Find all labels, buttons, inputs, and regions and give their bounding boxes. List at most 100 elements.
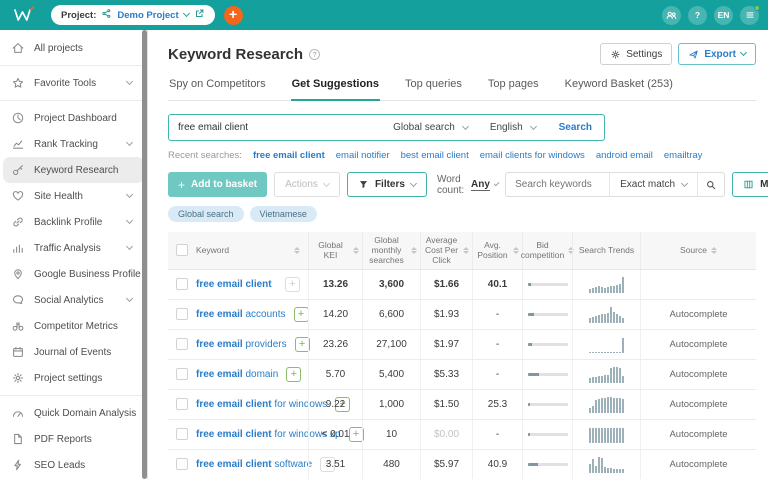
recent-search-link[interactable]: free email client [253, 150, 325, 161]
tab-keyword-basket-253[interactable]: Keyword Basket (253) [564, 78, 674, 100]
column-header-global-kei[interactable]: Global KEI [308, 232, 362, 269]
main-content: Keyword Research ? Settings Export Spy o… [148, 30, 768, 479]
sidebar-item-all-projects[interactable]: All projects [3, 35, 144, 61]
column-header-bid-competition[interactable]: Bid competition [521, 232, 575, 269]
sidebar-item-quick-domain-analysis[interactable]: Quick Domain Analysis [3, 400, 144, 426]
row-checkbox[interactable] [176, 428, 188, 441]
select-all-checkbox[interactable] [176, 244, 188, 257]
sidebar-item-project-dashboard[interactable]: Project Dashboard [3, 105, 144, 131]
export-button[interactable]: Export [678, 43, 756, 65]
recent-search-link[interactable]: email clients for windows [480, 150, 585, 161]
app-logo[interactable] [13, 6, 35, 24]
sidebar-item-favorite-tools[interactable]: Favorite Tools [3, 70, 144, 96]
language-select[interactable]: English [479, 115, 547, 140]
table-search-group: Exact match [505, 172, 726, 197]
column-header-average-cost-per-click[interactable]: Average Cost Per Click [420, 232, 472, 269]
gear-icon [611, 49, 620, 59]
tab-top-pages[interactable]: Top pages [487, 78, 540, 100]
columns-icon [744, 180, 753, 189]
sidebar-item-site-health[interactable]: Site Health [3, 183, 144, 209]
recent-search-link[interactable]: android email [596, 150, 653, 161]
open-project-icon[interactable] [194, 8, 205, 22]
recent-search-link[interactable]: emailtray [664, 150, 703, 161]
manage-columns-button[interactable]: Manage columns [732, 172, 768, 197]
sidebar-item-seo-leads[interactable]: SEO Leads [3, 452, 144, 478]
binoculars-icon [11, 319, 25, 333]
keyword-query-input[interactable] [169, 122, 383, 133]
kei-cell: 5.70 [308, 359, 362, 389]
add-keyword-to-basket-button[interactable]: + [285, 276, 300, 292]
keyword-link[interactable]: free email domain [196, 369, 278, 380]
column-header-global-monthly-searches[interactable]: Global monthly searches [362, 232, 420, 269]
column-header-keyword[interactable]: Keyword [168, 232, 308, 269]
keyword-link[interactable]: free email client [196, 279, 272, 290]
match-mode-select[interactable]: Exact match [609, 173, 697, 196]
sidebar-item-project-settings[interactable]: Project settings [3, 365, 144, 391]
language-selector[interactable]: EN [714, 5, 733, 25]
add-keyword-to-basket-button[interactable]: + [286, 366, 302, 382]
chevron-down-icon [529, 122, 537, 130]
project-selector[interactable]: Project: Demo Project [51, 5, 215, 25]
column-header-avg-position[interactable]: Avg. Position [472, 232, 522, 269]
actions-button[interactable]: Actions [274, 172, 340, 197]
filters-button[interactable]: Filters [346, 172, 427, 197]
table-search-button[interactable] [697, 173, 724, 196]
match-mode-value: Exact match [620, 179, 676, 190]
row-checkbox[interactable] [176, 398, 188, 411]
sidebar-item-rank-tracking[interactable]: Rank Tracking [3, 131, 144, 157]
filter-tag-global-search[interactable]: Global search [168, 206, 244, 222]
sidebar-item-pdf-reports[interactable]: PDF Reports [3, 426, 144, 452]
chevron-down-icon [409, 179, 417, 187]
active-filter-tags: Global search Vietnamese [168, 206, 756, 222]
add-keyword-to-basket-button[interactable]: + [293, 306, 309, 322]
settings-button[interactable]: Settings [600, 43, 673, 65]
add-to-basket-label: Add to basket [191, 179, 258, 190]
source-cell: Autocomplete [640, 359, 756, 389]
sidebar-item-keyword-research[interactable]: Keyword Research [3, 157, 144, 183]
tab-get-suggestions[interactable]: Get Suggestions [290, 78, 381, 101]
sidebar-item-google-business-profile[interactable]: Google Business Profile [3, 261, 144, 287]
keyword-link[interactable]: free email providers [196, 339, 287, 350]
recent-search-link[interactable]: best email client [401, 150, 469, 161]
sidebar-scrollbar[interactable] [142, 30, 147, 479]
word-count-value[interactable]: Any [471, 179, 490, 191]
sidebar-item-label: Project Dashboard [34, 112, 117, 124]
sidebar-item-competitor-metrics[interactable]: Competitor Metrics [3, 313, 144, 339]
menu-icon[interactable] [740, 4, 760, 25]
search-submit-button[interactable]: Search [547, 115, 604, 140]
help-tooltip-icon[interactable]: ? [309, 48, 321, 60]
chevron-down-icon [125, 138, 134, 147]
tab-top-queries[interactable]: Top queries [404, 78, 463, 100]
add-to-basket-button[interactable]: + Add to basket [168, 172, 268, 197]
search-scope-select[interactable]: Global search [382, 115, 479, 140]
add-project-button[interactable]: + [223, 5, 243, 25]
row-checkbox[interactable] [176, 368, 188, 381]
trend-mini-chart [589, 396, 624, 413]
users-icon[interactable] [662, 5, 681, 25]
row-checkbox[interactable] [176, 278, 188, 291]
column-header-source[interactable]: Source [640, 232, 756, 269]
sidebar-nav: All projects Favorite Tools Project Dash… [0, 35, 147, 479]
sidebar-item-journal-of-events[interactable]: Journal of Events [3, 339, 144, 365]
row-checkbox[interactable] [176, 458, 188, 471]
chevron-down-icon [125, 294, 134, 303]
keyword-link[interactable]: free email accounts [196, 309, 286, 320]
tab-spy-on-competitors[interactable]: Spy on Competitors [168, 78, 267, 100]
source-cell: Autocomplete [640, 329, 756, 359]
sidebar-item-backlink-profile[interactable]: Backlink Profile [3, 209, 144, 235]
keyword-link[interactable]: free email client software [196, 459, 312, 470]
sidebar-item-social-analytics[interactable]: Social Analytics [3, 287, 144, 313]
bid-competition-bar [527, 282, 568, 286]
filter-tag-vietnamese[interactable]: Vietnamese [249, 206, 317, 222]
row-checkbox[interactable] [176, 338, 188, 351]
sort-icon [353, 246, 359, 254]
sidebar-item-traffic-analysis[interactable]: Traffic Analysis [3, 235, 144, 261]
recent-search-link[interactable]: email notifier [336, 150, 390, 161]
table-search-input[interactable] [506, 179, 610, 190]
volume-cell: 1,000 [362, 389, 420, 419]
chat-icon [11, 293, 25, 307]
cpc-cell: $1.66 [420, 269, 472, 299]
row-checkbox[interactable] [176, 308, 188, 321]
search-icon [707, 180, 716, 189]
help-icon[interactable]: ? [688, 5, 707, 25]
